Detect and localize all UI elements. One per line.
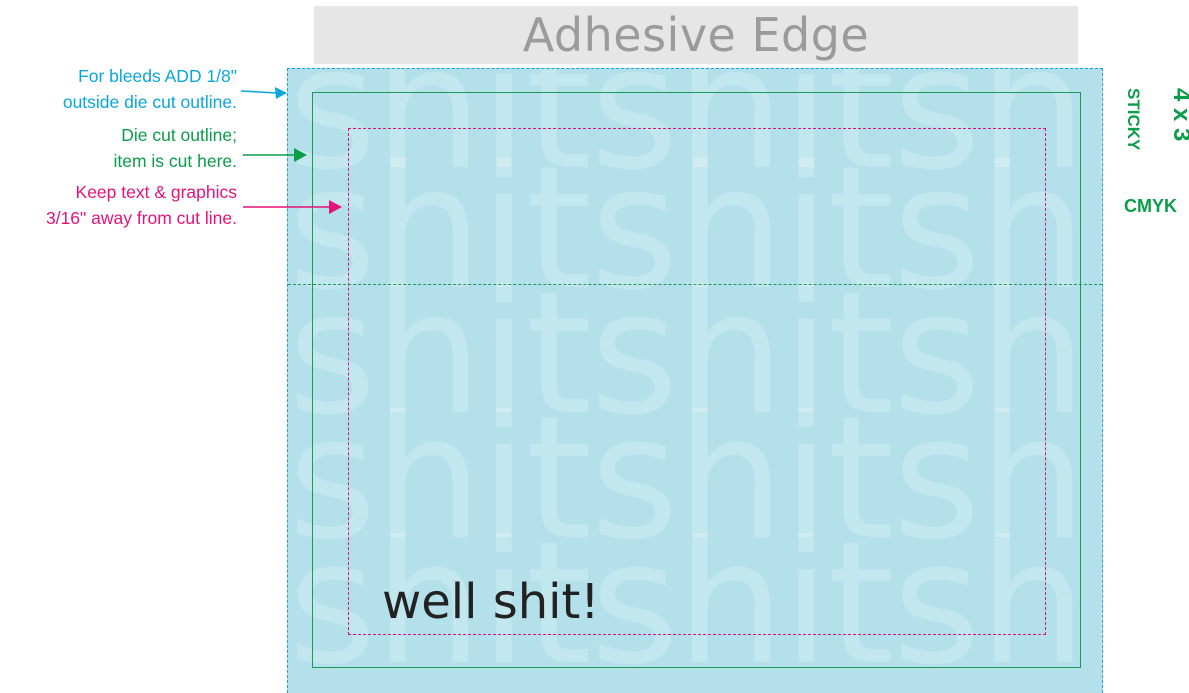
safe-zone-note-line2: 3/16" away from cut line. <box>45 208 237 228</box>
bleed-arrow <box>240 87 287 99</box>
fold-line <box>288 284 1102 285</box>
sticker-artboard: shitshitshi shitshitshi shitshitshi shit… <box>287 68 1103 693</box>
color-mode-label: CMYK <box>1124 196 1177 216</box>
bleed-note-line2: outside die cut outline. <box>62 92 237 112</box>
adhesive-edge-band: Adhesive Edge <box>314 6 1078 64</box>
bleed-note: For bleeds ADD 1/8" outside die cut outl… <box>63 63 237 115</box>
safe-zone-outline <box>348 128 1046 635</box>
safe-zone-note-line1: Keep text & graphics <box>75 182 237 202</box>
die-cut-note-line2: item is cut here. <box>113 151 237 171</box>
sticker-text: well shit! <box>382 574 600 630</box>
type-label: STICKY <box>1124 88 1143 151</box>
bleed-note-line1: For bleeds ADD 1/8" <box>78 66 237 86</box>
safe-zone-note: Keep text & graphics 3/16" away from cut… <box>46 179 237 231</box>
adhesive-edge-label: Adhesive Edge <box>522 8 870 62</box>
die-cut-note-line1: Die cut outline; <box>121 125 237 145</box>
size-label: 4 x 3 <box>1168 88 1189 142</box>
die-cut-note: Die cut outline; item is cut here. <box>113 122 237 174</box>
